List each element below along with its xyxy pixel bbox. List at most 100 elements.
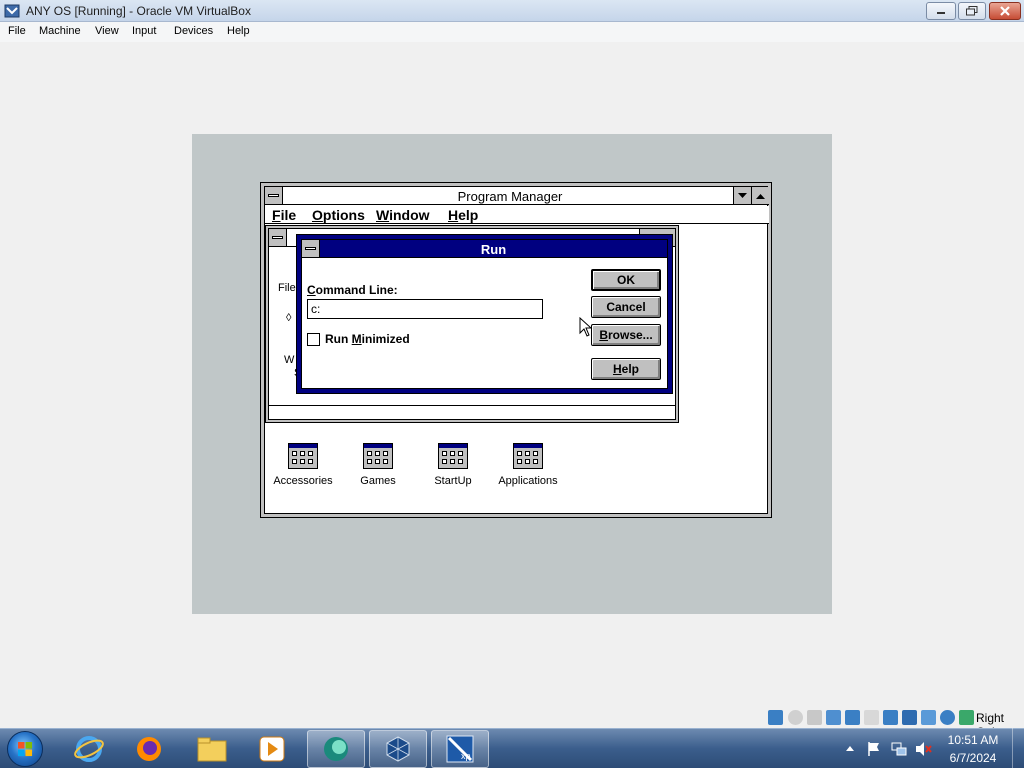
triangle-down-icon bbox=[738, 192, 747, 198]
mouse-integration-icon[interactable] bbox=[959, 710, 974, 725]
host-menu-view[interactable]: View bbox=[95, 25, 119, 37]
firefox-icon bbox=[137, 737, 161, 761]
pm-menu-help[interactable]: Help bbox=[448, 207, 478, 223]
pm-menu-options[interactable]: Options bbox=[312, 207, 365, 223]
program-manager-titlebar[interactable]: Program Manager bbox=[265, 187, 769, 205]
program-manager-minimize-button[interactable] bbox=[733, 187, 751, 204]
pm-menu-file[interactable]: File bbox=[272, 207, 296, 223]
main-group-item-fragment[interactable]: W bbox=[284, 354, 294, 366]
media-player-icon bbox=[259, 736, 285, 762]
start-button[interactable] bbox=[7, 731, 43, 767]
run-dialog-body: Run Command Line: Run Minimized OK Cance… bbox=[301, 239, 668, 389]
virtualbox-app-icon bbox=[4, 4, 20, 18]
taskbar: xp bbox=[0, 728, 1024, 768]
volume-muted-icon[interactable] bbox=[915, 741, 933, 757]
show-desktop-button[interactable] bbox=[1012, 728, 1024, 768]
group-label: Applications bbox=[498, 475, 558, 487]
group-icon-games[interactable]: Games bbox=[338, 443, 418, 487]
usb-icon[interactable] bbox=[864, 710, 879, 725]
accel-letter: H bbox=[448, 207, 459, 223]
audio-icon[interactable] bbox=[826, 710, 841, 725]
host-menubar: File Machine View Input Devices Help bbox=[0, 22, 1024, 42]
hard-disk-icon[interactable] bbox=[768, 710, 783, 725]
run-minimized-checkbox[interactable] bbox=[307, 333, 320, 346]
vm-status-bar: Right Ctrl bbox=[760, 708, 1024, 739]
system-menu-icon bbox=[268, 194, 279, 197]
program-group-icon bbox=[513, 443, 543, 469]
close-button[interactable] bbox=[989, 2, 1021, 20]
main-group-item-fragment[interactable]: File bbox=[278, 282, 296, 294]
taskbar-windows-xp-vm[interactable]: xp bbox=[431, 730, 489, 768]
clock-date[interactable]: 6/7/2024 bbox=[945, 751, 1001, 765]
menu-rest: ptions bbox=[322, 207, 365, 223]
group-icon-accessories[interactable]: Accessories bbox=[263, 443, 343, 487]
command-line-label: Command Line: bbox=[307, 283, 398, 297]
group-label: Accessories bbox=[273, 475, 333, 487]
taskbar-internet-explorer[interactable] bbox=[60, 730, 118, 768]
ok-button[interactable]: OK bbox=[591, 269, 661, 291]
run-system-menu-button[interactable] bbox=[302, 240, 320, 257]
host-menu-machine[interactable]: Machine bbox=[39, 25, 81, 37]
program-manager-menubar: File Options Window Help bbox=[265, 206, 769, 224]
restore-button[interactable] bbox=[958, 2, 986, 20]
host-menu-input[interactable]: Input bbox=[132, 25, 156, 37]
program-group-icon bbox=[363, 443, 393, 469]
shared-folders-icon[interactable] bbox=[883, 710, 898, 725]
host-titlebar: ANY OS [Running] - Oracle VM VirtualBox bbox=[0, 0, 1024, 22]
taskbar-firefox[interactable] bbox=[120, 730, 178, 768]
display-icon[interactable] bbox=[902, 710, 917, 725]
accel-letter: W bbox=[376, 207, 390, 223]
floppy-icon[interactable] bbox=[807, 710, 822, 725]
group-icon-startup[interactable]: StartUp bbox=[413, 443, 493, 487]
taskbar-virtualbox[interactable] bbox=[369, 730, 427, 768]
optical-drive-icon[interactable] bbox=[788, 710, 803, 725]
browse-button[interactable]: Browse... bbox=[591, 324, 661, 346]
mouse-pointer-icon bbox=[579, 317, 593, 337]
host-menu-help[interactable]: Help bbox=[227, 25, 250, 37]
restore-icon bbox=[966, 6, 978, 16]
program-manager-title: Program Manager bbox=[457, 189, 563, 204]
taskbar-file-explorer[interactable] bbox=[183, 730, 241, 768]
windows-xp-vm-icon: xp bbox=[446, 735, 474, 763]
close-icon bbox=[1000, 6, 1010, 16]
help-button[interactable]: Help bbox=[591, 358, 661, 380]
taskbar-media-player[interactable] bbox=[243, 730, 301, 768]
main-group-icon-fragment: ◊ bbox=[286, 312, 292, 324]
guest-screen[interactable]: Program Manager File Options Window Help… bbox=[192, 134, 832, 614]
internet-explorer-icon bbox=[74, 736, 104, 762]
group-label: Games bbox=[360, 475, 396, 487]
svg-text:xp: xp bbox=[461, 751, 471, 761]
main-group-horizontal-scrollbar[interactable] bbox=[269, 405, 675, 419]
cancel-button[interactable]: Cancel bbox=[591, 296, 661, 318]
clock-time[interactable]: 10:51 AM bbox=[945, 733, 1001, 747]
accel-letter: F bbox=[272, 207, 281, 223]
host-menu-file[interactable]: File bbox=[8, 25, 26, 37]
group-icon-applications[interactable]: Applications bbox=[488, 443, 568, 487]
main-group-system-menu[interactable] bbox=[269, 229, 287, 246]
menu-rest: ile bbox=[280, 207, 297, 223]
program-manager-maximize-button[interactable] bbox=[751, 187, 769, 204]
command-line-input[interactable] bbox=[307, 299, 543, 319]
virtualbox-icon bbox=[386, 736, 410, 762]
pm-menu-window[interactable]: Window bbox=[376, 207, 430, 223]
system-menu-button[interactable] bbox=[265, 187, 283, 204]
tray-expand-icon[interactable] bbox=[846, 745, 854, 751]
recording-icon[interactable] bbox=[921, 710, 936, 725]
accel-letter: O bbox=[312, 207, 323, 223]
triangle-up-icon bbox=[756, 193, 765, 199]
program-group-icon bbox=[288, 443, 318, 469]
network-icon[interactable] bbox=[845, 710, 860, 725]
minimize-button[interactable] bbox=[926, 2, 956, 20]
file-explorer-icon bbox=[197, 737, 227, 762]
taskbar-app-globe[interactable] bbox=[307, 730, 365, 768]
run-dialog-titlebar[interactable]: Run bbox=[302, 240, 667, 258]
host-menu-devices[interactable]: Devices bbox=[174, 25, 213, 37]
action-center-flag-icon[interactable] bbox=[867, 741, 881, 757]
run-dialog: Run Command Line: Run Minimized OK Cance… bbox=[296, 234, 673, 394]
network-tray-icon[interactable] bbox=[891, 741, 907, 757]
virtualization-icon[interactable] bbox=[940, 710, 955, 725]
program-group-icon bbox=[438, 443, 468, 469]
group-label: StartUp bbox=[434, 475, 472, 487]
run-minimized-label[interactable]: Run Minimized bbox=[325, 332, 410, 346]
run-dialog-title: Run bbox=[480, 242, 507, 257]
